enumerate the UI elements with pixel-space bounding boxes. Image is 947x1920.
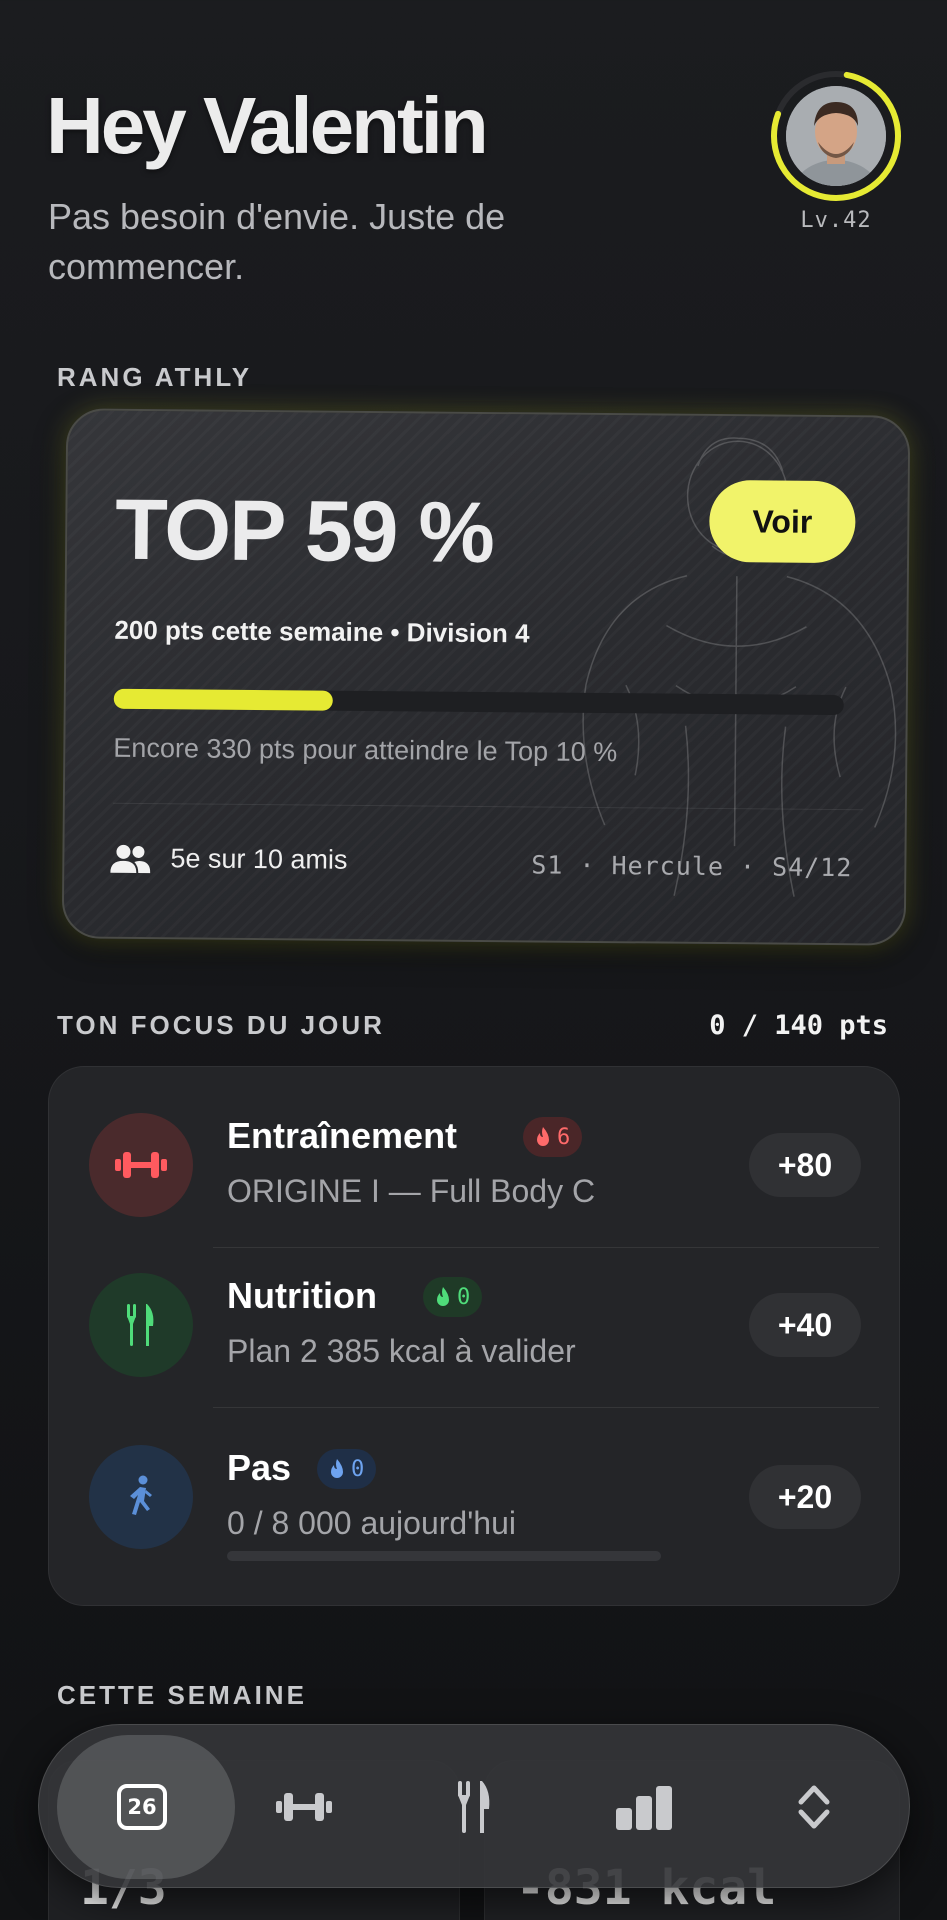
points-pill: +80 <box>749 1133 861 1197</box>
streak-badge: 0 <box>317 1449 377 1489</box>
rank-hint-text: Encore 330 pts pour atteindre le Top 10 … <box>113 732 618 768</box>
week-section-label: CETTE SEMAINE <box>57 1680 307 1710</box>
greeting-title: Hey Valentin <box>46 81 489 170</box>
bottom-tab-bar: 26 <box>38 1724 910 1888</box>
season-text: S1 · Hercule · S4/12 <box>531 850 853 883</box>
rank-section-label: RANG ATHLY <box>57 362 253 392</box>
task-steps[interactable]: Pas 0 0 / 8 000 aujourd'hui +20 <box>49 1399 901 1559</box>
friends-rank-text: 5e sur 10 amis <box>170 843 348 875</box>
flame-icon <box>437 1287 449 1306</box>
rank-progress-fill <box>113 688 333 711</box>
bar-chart-icon <box>616 1786 672 1830</box>
task-nutrition[interactable]: Nutrition 0 Plan 2 385 kcal à valider +4… <box>49 1227 901 1387</box>
task-icon-circle <box>89 1113 193 1217</box>
walking-icon <box>130 1475 152 1515</box>
task-subtitle: 0 / 8 000 aujourd'hui <box>227 1505 516 1541</box>
rank-card[interactable]: TOP 59 % Voir 200 pts cette semaine • Di… <box>61 408 911 946</box>
focus-card: Entraînement 6 ORIGINE I — Full Body C +… <box>48 1066 900 1606</box>
tab-training[interactable] <box>229 1725 379 1889</box>
task-subtitle: Plan 2 385 kcal à valider <box>227 1333 576 1369</box>
profile-avatar-button[interactable] <box>766 66 906 206</box>
task-training[interactable]: Entraînement 6 ORIGINE I — Full Body C +… <box>49 1067 901 1227</box>
streak-badge: 6 <box>523 1117 583 1157</box>
tab-stats[interactable] <box>569 1725 719 1889</box>
greeting-subtitle: Pas besoin d'envie. Juste de commencer. <box>48 196 506 287</box>
steps-progress-bar <box>227 1551 661 1561</box>
tab-nutrition[interactable] <box>399 1725 549 1889</box>
chevron-updown-icon <box>798 1785 830 1829</box>
calendar-day: 26 <box>127 1795 157 1819</box>
calendar-icon: 26 <box>117 1784 167 1830</box>
flame-icon <box>331 1459 343 1478</box>
task-icon-circle <box>89 1445 193 1549</box>
focus-section-label: TON FOCUS DU JOUR <box>57 1010 385 1040</box>
dumbbell-icon <box>115 1152 167 1178</box>
points-pill: +20 <box>749 1465 861 1529</box>
task-title: Entraînement <box>227 1115 458 1156</box>
friends-icon <box>110 844 151 874</box>
task-icon-circle <box>89 1273 193 1377</box>
points-pill: +40 <box>749 1293 861 1357</box>
task-title: Pas <box>227 1447 292 1488</box>
rank-points-text: 200 pts cette semaine • Division 4 <box>114 614 530 649</box>
fork-knife-icon <box>127 1304 154 1346</box>
focus-points: 0 / 140 pts <box>709 1010 888 1041</box>
tab-today[interactable]: 26 <box>57 1725 235 1889</box>
streak-badge: 0 <box>423 1277 483 1317</box>
view-rank-button[interactable]: Voir <box>709 479 856 564</box>
streak-count: 6 <box>557 1124 571 1150</box>
fork-knife-icon <box>458 1781 490 1833</box>
tab-more[interactable] <box>739 1725 889 1889</box>
flame-icon <box>537 1127 549 1146</box>
streak-count: 0 <box>457 1284 471 1310</box>
rank-title: TOP 59 % <box>114 481 494 582</box>
dumbbell-icon <box>276 1793 332 1821</box>
streak-count: 0 <box>351 1456 365 1482</box>
level-label: Lv.42 <box>800 208 872 233</box>
task-subtitle: ORIGINE I — Full Body C <box>227 1173 596 1209</box>
avatar <box>786 86 886 186</box>
task-title: Nutrition <box>227 1275 377 1316</box>
